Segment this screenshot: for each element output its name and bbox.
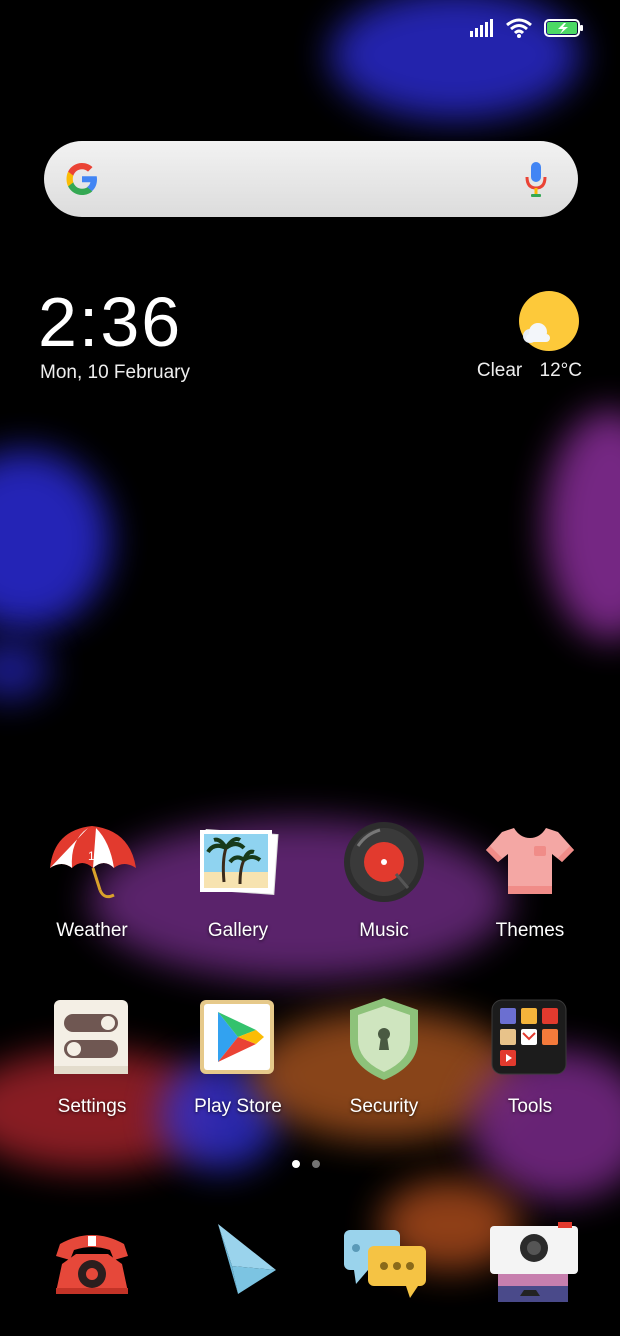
app-label: Themes	[495, 920, 565, 941]
app-label: Gallery	[207, 920, 269, 941]
clock-time[interactable]: 2:36	[38, 282, 182, 362]
app-gallery[interactable]: Gallery	[168, 820, 308, 942]
wallpaper-blob	[0, 450, 110, 630]
camera-icon	[490, 1222, 578, 1302]
page-dot-active[interactable]	[292, 1160, 300, 1168]
security-shield-icon	[350, 998, 418, 1080]
app-settings[interactable]: Settings	[22, 996, 162, 1118]
page-indicator[interactable]	[292, 1160, 320, 1168]
app-label: Tools	[507, 1096, 553, 1117]
wifi-icon	[506, 18, 532, 38]
weather-umbrella-icon: 12°	[50, 826, 136, 899]
google-logo-icon	[66, 163, 97, 195]
app-weather[interactable]: 12° Weather	[22, 820, 162, 942]
dock-messaging[interactable]	[314, 1216, 454, 1316]
themes-shirt-icon	[486, 828, 574, 894]
app-tools-folder[interactable]: Tools	[460, 996, 600, 1118]
weather-temperature: 12°C	[539, 360, 582, 381]
paper-plane-icon	[218, 1224, 276, 1294]
signal-icon	[470, 19, 493, 37]
microphone-icon[interactable]	[524, 161, 548, 197]
app-themes[interactable]: Themes	[460, 820, 600, 942]
music-vinyl-icon	[344, 822, 424, 902]
dock-paper-plane[interactable]	[168, 1216, 308, 1316]
app-label: Play Store	[194, 1096, 282, 1117]
dock-camera[interactable]	[460, 1216, 600, 1316]
weather-condition: Clear	[476, 360, 523, 381]
gallery-palm-icon	[200, 829, 279, 895]
play-store-icon	[200, 1000, 274, 1074]
app-music[interactable]: Music	[314, 820, 454, 942]
app-label: Security	[349, 1096, 419, 1117]
dock-phone[interactable]	[22, 1216, 162, 1316]
app-security[interactable]: Security	[314, 996, 454, 1118]
page-dot[interactable]	[312, 1160, 320, 1168]
google-search-bar[interactable]	[44, 141, 578, 217]
app-play-store[interactable]: Play Store	[168, 996, 308, 1118]
settings-toggle-icon	[54, 1000, 128, 1074]
messaging-icon	[344, 1230, 426, 1298]
app-label: Settings	[57, 1096, 127, 1117]
weather-icon-temp: 12°	[88, 849, 106, 863]
sun-cloud-icon	[519, 291, 579, 351]
clock-date[interactable]: Mon, 10 February	[40, 362, 190, 384]
status-bar	[470, 14, 584, 42]
tools-folder-icon	[491, 999, 567, 1075]
battery-charging-icon	[544, 19, 583, 37]
wallpaper-blob	[0, 640, 50, 700]
app-label: Music	[359, 920, 409, 941]
wallpaper-blob	[545, 410, 620, 640]
app-label: Weather	[56, 920, 128, 941]
phone-icon	[56, 1235, 128, 1294]
